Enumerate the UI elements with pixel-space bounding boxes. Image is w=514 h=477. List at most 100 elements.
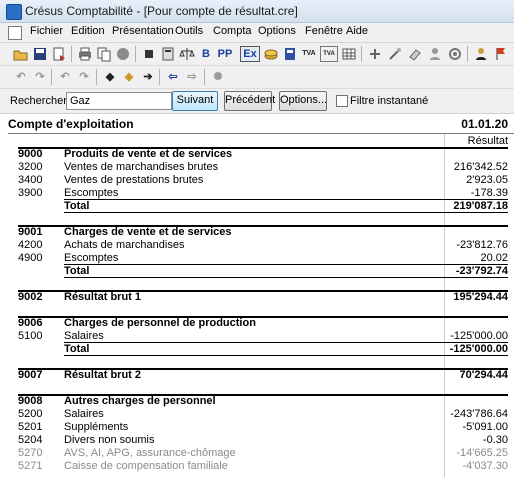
document-icon[interactable]	[8, 26, 22, 40]
account-number: 5200	[18, 408, 43, 420]
user-icon[interactable]	[473, 46, 489, 62]
account-number: 5270	[18, 447, 43, 459]
save-icon[interactable]	[32, 46, 48, 62]
account-label: Charges de personnel de production	[64, 317, 256, 329]
account-number: 9002	[18, 291, 43, 303]
result-value: 195'294.44	[453, 291, 508, 303]
table-row[interactable]: 9008 Autres charges de personnel	[18, 395, 508, 408]
account-label: Suppléments	[64, 421, 129, 433]
table-row[interactable]: 9000 Produits de vente et de services	[18, 148, 508, 161]
gear-icon[interactable]	[447, 46, 463, 62]
menu-fichier[interactable]: Fichier	[30, 25, 63, 37]
search-input[interactable]	[66, 92, 172, 110]
table-row[interactable]: 5201 Suppléments -5'091.00	[18, 421, 508, 434]
table-row[interactable]: 3200 Ventes de marchandises brutes 216'342…	[18, 161, 508, 174]
goto-icon[interactable]: ◈	[121, 69, 137, 85]
menu-aide[interactable]: Aide	[346, 25, 368, 37]
table-row[interactable]: 9001 Charges de vente et de services	[18, 226, 508, 239]
account-label: AVS, AI, APG, assurance-chômage	[64, 447, 236, 459]
table-row[interactable]: 4900 Escomptes 20.02	[18, 252, 508, 265]
open-icon[interactable]	[13, 46, 29, 62]
undo2-icon[interactable]: ↶	[57, 69, 73, 85]
previous-button[interactable]: Précédent	[224, 91, 275, 111]
filter-icon[interactable]: ✺	[210, 69, 226, 85]
flag-icon[interactable]	[493, 46, 509, 62]
account-number: 3200	[18, 161, 43, 173]
report-view: Compte d'exploitation 01.01.20 Résultat …	[0, 114, 514, 477]
tva-ca-icon[interactable]: TVA	[320, 46, 338, 62]
add-icon[interactable]	[367, 46, 383, 62]
result-value: 20.02	[480, 252, 508, 264]
eraser-icon[interactable]	[407, 46, 423, 62]
account-number: 5204	[18, 434, 43, 446]
forward-icon[interactable]: ➔	[140, 69, 156, 85]
redo2-icon[interactable]: ↷	[76, 69, 92, 85]
result-value: 219'087.18	[453, 200, 508, 212]
export-icon[interactable]	[51, 46, 67, 62]
table-row[interactable]: 5271 Caisse de compensation familiale -4'0…	[18, 460, 508, 473]
grid-icon[interactable]	[341, 46, 357, 62]
table-row[interactable]: 9007 Résultat brut 2 70'294.44	[18, 369, 508, 382]
menu-presentation[interactable]: Présentation	[112, 25, 174, 37]
menu-bar: Fichier Edition Présentation Outils Comp…	[0, 23, 514, 43]
book-icon[interactable]	[282, 46, 298, 62]
account-label: Escomptes	[64, 187, 119, 199]
record-icon[interactable]	[115, 46, 131, 62]
left-icon[interactable]: ⇦	[165, 69, 181, 85]
header-divider	[8, 133, 514, 134]
window-title: Crésus Comptabilité - [Pour compte de ré…	[25, 4, 298, 18]
instant-filter-checkbox[interactable]	[336, 95, 348, 107]
total-row[interactable]: Total -125'000.00	[18, 343, 508, 356]
back-icon[interactable]: ◆	[102, 69, 118, 85]
result-value: -5'091.00	[462, 421, 508, 433]
options-button[interactable]: Options...	[279, 91, 327, 111]
ex-icon[interactable]: Ex	[240, 46, 260, 62]
table-row[interactable]: 3900 Escomptes -178.39	[18, 187, 508, 200]
account-label: Total	[64, 265, 90, 277]
account-number: 9006	[18, 317, 43, 329]
redo-icon[interactable]: ↷	[32, 69, 48, 85]
total-row[interactable]: Total -23'792.74	[18, 265, 508, 278]
table-row[interactable]: 5100 Salaires -125'000.00	[18, 330, 508, 343]
total-row[interactable]: Total 219'087.18	[18, 200, 508, 213]
table-row[interactable]: 3400 Ventes de prestations brutes 2'923.05	[18, 174, 508, 187]
table-row[interactable]: 5204 Divers non soumis -0.30	[18, 434, 508, 447]
result-value: -23'792.74	[455, 265, 508, 277]
tva-icon[interactable]: TVA	[300, 46, 318, 62]
calc-icon[interactable]	[160, 46, 176, 62]
scale-icon[interactable]	[179, 46, 195, 62]
account-number: 9001	[18, 226, 43, 238]
menu-outils[interactable]: Outils	[175, 25, 203, 37]
print-icon[interactable]	[77, 46, 93, 62]
stop-icon[interactable]	[141, 46, 157, 62]
result-value: 216'342.52	[453, 161, 508, 173]
account-label: Ventes de prestations brutes	[64, 174, 204, 186]
menu-options[interactable]: Options	[258, 25, 296, 37]
account-label: Résultat brut 2	[64, 369, 142, 381]
table-row[interactable]: 9002 Résultat brut 1 195'294.44	[18, 291, 508, 304]
people-icon[interactable]	[427, 46, 443, 62]
table-row[interactable]: 5200 Salaires -243'786.64	[18, 408, 508, 421]
account-label: Total	[64, 200, 90, 212]
menu-edition[interactable]: Edition	[71, 25, 105, 37]
table-row[interactable]: 5270 AVS, AI, APG, assurance-chômage -14'6…	[18, 447, 508, 460]
toolbar-separator	[71, 46, 72, 62]
table-row[interactable]: 4200 Achats de marchandises -23'812.76	[18, 239, 508, 252]
menu-fenetre[interactable]: Fenêtre	[305, 25, 343, 37]
main-toolbar: B PP Ex TVA TVA	[0, 43, 514, 66]
toolbar-separator	[361, 46, 362, 62]
toolbar-separator	[135, 46, 136, 62]
wand-icon[interactable]	[387, 46, 403, 62]
next-button[interactable]: Suivant	[172, 91, 218, 111]
right-icon[interactable]: ⇨	[184, 69, 200, 85]
result-value: -178.39	[470, 187, 508, 199]
undo-icon[interactable]: ↶	[13, 69, 29, 85]
menu-compta[interactable]: Compta	[213, 25, 252, 37]
table-row[interactable]: 9006 Charges de personnel de production	[18, 317, 508, 330]
result-value: -243'786.64	[450, 408, 508, 420]
coins-icon[interactable]	[263, 46, 279, 62]
copy-icon[interactable]	[96, 46, 112, 62]
pp-icon[interactable]: PP	[215, 46, 235, 62]
account-label: Divers non soumis	[64, 434, 155, 446]
bold-b-icon[interactable]: B	[198, 46, 214, 62]
